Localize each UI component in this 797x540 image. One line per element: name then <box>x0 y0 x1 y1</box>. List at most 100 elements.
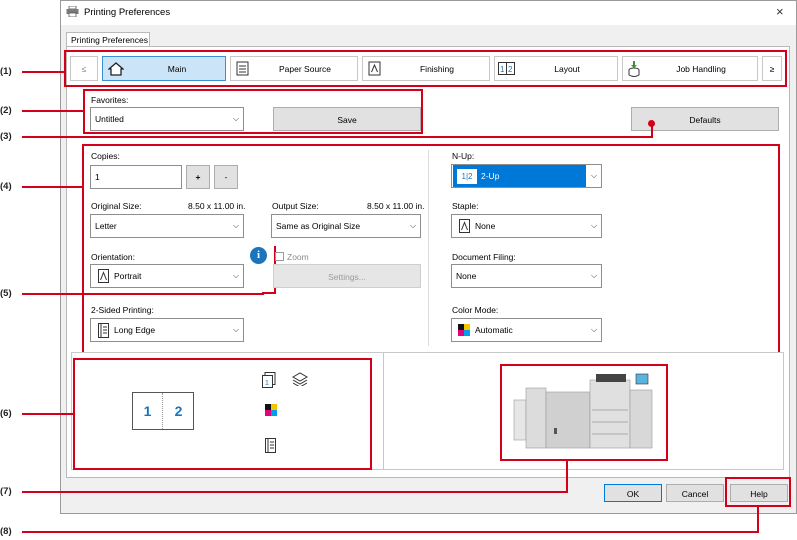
help-button[interactable]: Help <box>730 484 788 502</box>
chevron-down-icon: ⌵ <box>232 221 240 230</box>
svg-text:2: 2 <box>508 65 513 74</box>
help-callout-line <box>757 507 759 531</box>
orientation-label: Orientation: <box>91 252 135 262</box>
two-up-icon: 1|2 <box>457 168 477 184</box>
output-size-dims: 8.50 x 11.00 in. <box>367 201 425 211</box>
category-prev-button[interactable]: ≤ <box>70 56 98 81</box>
category-paper-source[interactable]: Paper Source <box>230 56 358 81</box>
favorites-label: Favorites: <box>91 95 129 105</box>
cancel-button[interactable]: Cancel <box>666 484 724 502</box>
window-title: Printing Preferences <box>84 7 171 18</box>
output-size-label: Output Size: <box>272 201 319 211</box>
job-handling-icon <box>623 60 645 77</box>
page-preview: 1 2 <box>132 392 194 430</box>
chevron-down-icon: ⌵ <box>232 325 240 334</box>
preview-page-1: 1 <box>143 403 152 419</box>
callout-8: (8) <box>0 526 12 537</box>
two-sided-label: 2-Sided Printing: <box>91 305 154 315</box>
close-icon[interactable]: × <box>776 4 784 19</box>
copies-decrement-button[interactable]: - <box>214 165 238 189</box>
callout-5-line <box>22 293 264 295</box>
defaults-button[interactable]: Defaults <box>631 107 779 131</box>
chevron-down-icon: ⌵ <box>409 221 417 230</box>
category-label: Job Handling <box>676 63 726 74</box>
chevron-down-icon: ⌵ <box>590 221 598 230</box>
output-size-select[interactable]: Same as Original Size ⌵ <box>271 214 421 238</box>
duplex-preview-icon <box>265 438 276 455</box>
callout-1-line <box>22 71 64 73</box>
callout-7-line <box>22 491 568 493</box>
callout-3-riser <box>651 124 653 138</box>
category-label: Paper Source <box>279 63 331 74</box>
home-icon <box>103 61 129 76</box>
callout-3: (3) <box>0 131 12 142</box>
original-size-select[interactable]: Letter ⌵ <box>90 214 244 238</box>
zoom-label: Zoom <box>287 252 309 262</box>
chevron-down-icon: ⌵ <box>590 325 598 334</box>
callout-7: (7) <box>0 486 12 497</box>
callout-6-line <box>22 413 73 415</box>
color-mode-select[interactable]: Automatic ⌵ <box>451 318 602 342</box>
original-size-label: Original Size: <box>91 201 142 211</box>
category-next-button[interactable]: ≥ <box>762 56 782 81</box>
copies-collate-icon: 1 <box>262 372 276 390</box>
nup-select[interactable]: 1|2 2-Up ⌵ <box>451 164 602 188</box>
finishing-icon <box>363 61 385 76</box>
svg-text:1: 1 <box>265 380 269 387</box>
save-button[interactable]: Save <box>273 107 421 131</box>
title-bar <box>61 1 796 25</box>
callout-8-line <box>22 531 759 533</box>
preview-divider <box>383 353 384 469</box>
orientation-select[interactable]: Portrait ⌵ <box>90 264 244 288</box>
staple-select[interactable]: None ⌵ <box>451 214 602 238</box>
zoom-checkbox[interactable] <box>275 252 284 261</box>
zoom-settings-button[interactable]: Settings... <box>273 264 421 288</box>
category-layout[interactable]: 12 Layout <box>494 56 618 81</box>
favorites-select[interactable]: Untitled ⌵ <box>90 107 244 131</box>
chevron-down-icon: ⌵ <box>590 171 598 180</box>
copies-label: Copies: <box>91 151 120 161</box>
category-label: Main <box>167 63 187 74</box>
callout-5: (5) <box>0 288 12 299</box>
preview-page-2: 2 <box>174 403 183 419</box>
preview-image-highlight <box>73 358 372 470</box>
staple-icon <box>456 219 472 233</box>
chevron-down-icon: ⌵ <box>232 114 240 123</box>
chevron-down-icon: ⌵ <box>590 271 598 280</box>
copies-increment-button[interactable]: + <box>186 165 210 189</box>
nup-label: N-Up: <box>452 151 475 161</box>
callout-2-line <box>22 110 83 112</box>
color-mode-label: Color Mode: <box>452 305 499 315</box>
column-divider <box>428 150 429 346</box>
portrait-icon <box>95 269 111 283</box>
staple-label: Staple: <box>452 201 479 211</box>
tab-printing-preferences[interactable]: Printing Preferences <box>66 32 150 47</box>
svg-text:1: 1 <box>500 65 505 74</box>
callout-6: (6) <box>0 408 12 419</box>
two-sided-select[interactable]: Long Edge ⌵ <box>90 318 244 342</box>
category-label: Finishing <box>419 63 455 74</box>
category-finishing[interactable]: Finishing <box>362 56 490 81</box>
original-size-dims: 8.50 x 11.00 in. <box>188 201 246 211</box>
color-mode-icon <box>456 324 472 336</box>
category-main[interactable]: Main <box>102 56 226 81</box>
printer-illustration <box>506 370 662 458</box>
callout-4-line <box>22 186 82 188</box>
callout-1: (1) <box>0 66 12 77</box>
printer-callout-line <box>566 461 568 491</box>
stack-icon <box>291 372 309 388</box>
document-filing-label: Document Filing: <box>452 252 516 262</box>
printer-icon <box>66 5 79 18</box>
callout-2: (2) <box>0 105 12 116</box>
copies-input[interactable]: 1 <box>90 165 182 189</box>
color-preview-icon <box>265 404 277 418</box>
ok-button[interactable]: OK <box>604 484 662 502</box>
long-edge-icon <box>95 322 111 338</box>
document-filing-select[interactable]: None ⌵ <box>451 264 602 288</box>
paper-tray-icon <box>231 61 253 76</box>
layout-icon: 12 <box>495 62 517 75</box>
category-job-handling[interactable]: Job Handling <box>622 56 758 81</box>
callout-3-line <box>22 136 652 138</box>
category-label: Layout <box>554 63 580 74</box>
callout-4: (4) <box>0 181 12 192</box>
